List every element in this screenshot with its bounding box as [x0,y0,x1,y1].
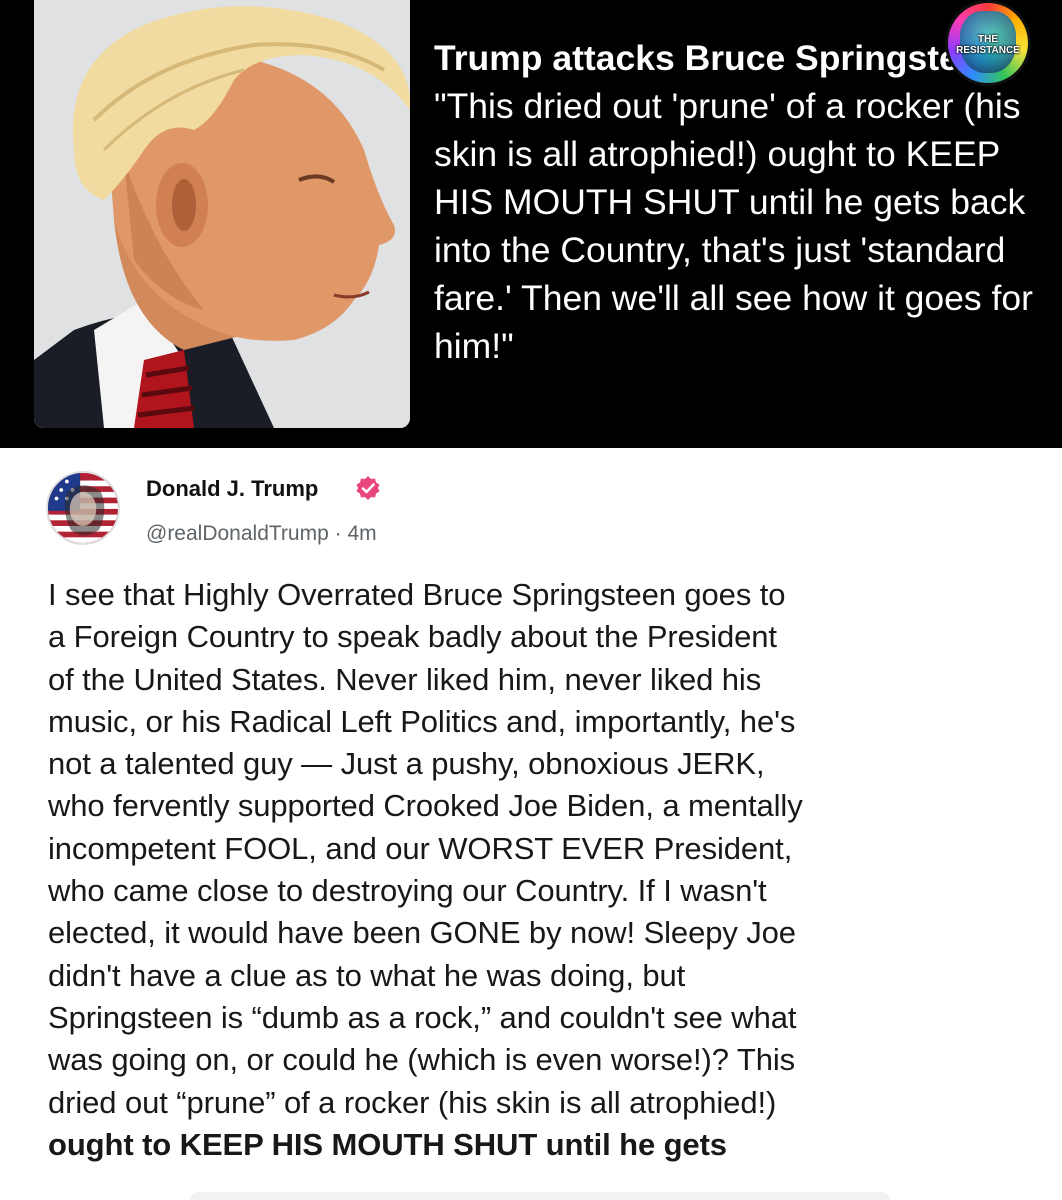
post-line: not a talented guy — Just a pushy, obnox… [48,746,765,782]
post-line: didn't have a clue as to what he was doi… [48,957,686,993]
verified-badge-icon [356,476,380,500]
post-line: incompetent FOOL, and our WORST EVER Pre… [48,830,793,866]
post-line-bold: ought to KEEP HIS MOUTH SHUT until he ge… [48,1126,727,1162]
post-line: Springsteen is “dumb as a rock,” and cou… [48,999,797,1035]
post-line: of the United States. Never liked him, n… [48,661,762,697]
post-line: who fervently supported Crooked Joe Bide… [48,788,803,824]
news-banner: Trump attacks Bruce Springsteen: "This d… [0,0,1062,448]
headline-quote: "This dried out 'prune' of a rocker (his… [434,86,1033,366]
post-line: elected, it would have been GONE by now!… [48,915,796,951]
bottom-input-bar[interactable] [190,1192,890,1200]
badge-line-2: RESISTANCE [956,45,1020,56]
post-line: I see that Highly Overrated Bruce Spring… [48,577,786,612]
author-name[interactable]: Donald J. Trump [146,476,318,502]
post-body: I see that Highly Overrated Bruce Spring… [48,574,1048,1166]
badge-line-1: THE [978,34,998,45]
man-profile-photo [34,0,410,428]
handle-timestamp[interactable]: @realDonaldTrump · 4m [146,522,377,546]
post-line: a Foreign Country to speak badly about t… [48,619,777,655]
post-line: music, or his Radical Left Politics and,… [48,703,796,739]
post-line: who came close to destroying our Country… [48,873,767,909]
post-line: dried out “prune” of a rocker (his skin … [48,1084,777,1120]
post-line: was going on, or could he (which is even… [48,1042,796,1078]
headline-bold: Trump attacks Bruce Springsteen: [434,38,1013,78]
resistance-logo-icon: THE RESISTANCE [945,0,1031,86]
flag-portrait-avatar[interactable] [46,471,120,545]
headline: Trump attacks Bruce Springsteen: "This d… [434,34,1044,370]
